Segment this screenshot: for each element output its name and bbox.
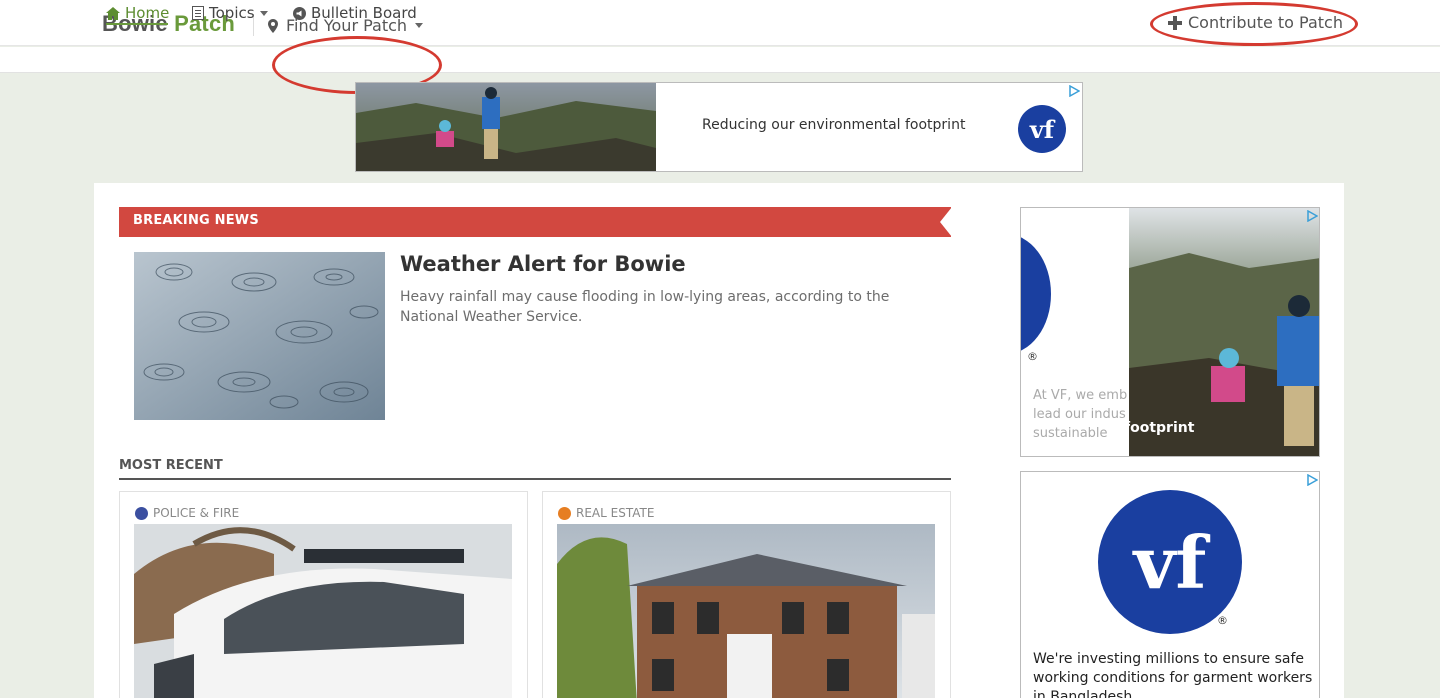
location-pin-icon: [268, 18, 278, 33]
top-ad-text: Reducing our environmental footprint: [702, 117, 966, 133]
nav-topics-label: Topics: [209, 4, 255, 22]
nav-topics[interactable]: Topics: [192, 4, 268, 22]
chevron-down-icon: [259, 10, 268, 16]
card-category: POLICE & FIRE: [135, 506, 239, 520]
side-ad-1-overlay-text: footprint: [1124, 420, 1195, 436]
nav-home[interactable]: Home: [106, 4, 169, 22]
annotation-circle-contribute: [1150, 2, 1358, 46]
nav-bulletin-label: Bulletin Board: [311, 4, 417, 22]
side-ad-2-text: We're investing millions to ensure safe …: [1033, 651, 1313, 698]
megaphone-icon: [293, 6, 306, 20]
card-category: REAL ESTATE: [558, 506, 654, 520]
registered-mark: ®: [1217, 614, 1228, 627]
nav-home-active-underline: [106, 23, 168, 25]
document-icon: [192, 6, 204, 20]
breaking-summary: Heavy rainfall may cause flooding in low…: [400, 289, 890, 325]
vf-logo: vf: [1018, 105, 1066, 153]
police-badge-icon: [135, 506, 148, 520]
adchoices-icon[interactable]: [1306, 210, 1318, 222]
card-category-label: REAL ESTATE: [576, 506, 655, 520]
sub-navigation: [0, 47, 1440, 73]
card-category-label: POLICE & FIRE: [153, 506, 240, 520]
side-ad-1-text: At VF, we emb lead our indus sustainable: [1033, 386, 1129, 443]
registered-mark: ®: [1027, 350, 1038, 363]
breaking-headline[interactable]: Weather Alert for Bowie: [400, 252, 686, 276]
vf-logo-partial: [1021, 234, 1051, 354]
chevron-down-icon: [415, 23, 424, 28]
mountain-photo: [356, 83, 656, 171]
most-recent-divider: [119, 478, 951, 480]
house-photo[interactable]: [557, 524, 935, 698]
top-banner-ad[interactable]: Reducing our environmental footprint vf: [355, 82, 1083, 172]
nav-home-label: Home: [125, 4, 170, 22]
home-icon: [106, 6, 120, 20]
adchoices-icon[interactable]: [1068, 85, 1080, 97]
police-car-photo[interactable]: [134, 524, 512, 698]
rain-ripples-photo[interactable]: [134, 252, 385, 420]
breaking-news-notch: [940, 207, 952, 237]
side-ad-1-line: At VF, we emb: [1033, 388, 1128, 403]
house-badge-icon: [558, 506, 571, 520]
side-ad-1-line: lead our indus: [1033, 407, 1126, 422]
most-recent-heading: MOST RECENT: [119, 458, 223, 473]
vf-logo: vf: [1098, 490, 1242, 634]
nav-bulletin-board[interactable]: Bulletin Board: [293, 4, 417, 22]
side-ad-1-line: sustainable: [1033, 426, 1108, 441]
breaking-news-label: BREAKING NEWS: [133, 213, 259, 228]
adchoices-icon[interactable]: [1306, 474, 1318, 486]
